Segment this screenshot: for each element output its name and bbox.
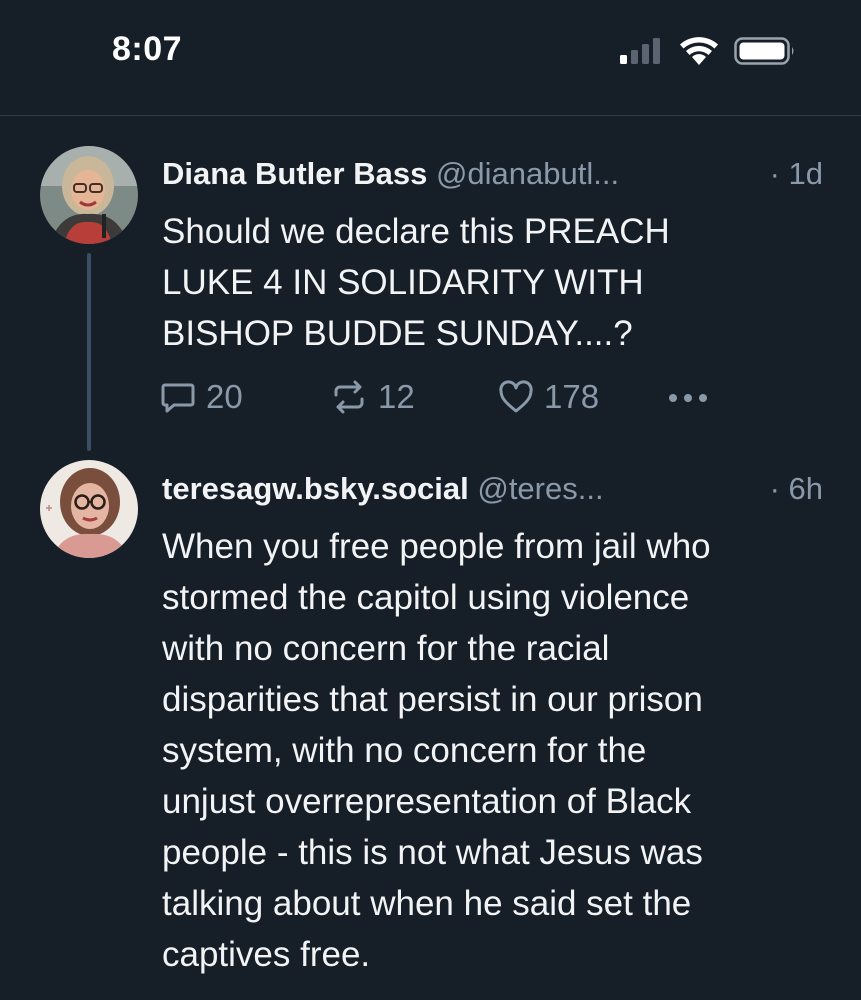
post-time[interactable]: · 6h [770,467,823,511]
avatar[interactable] [40,460,138,558]
display-name[interactable]: teresagw.bsky.social [162,471,469,506]
handle[interactable]: @teres... [477,471,603,506]
post-text: When you free people from jail who storm… [162,527,711,974]
post-teresagw[interactable]: teresagw.bsky.social @teres... · 6h When… [0,0,861,1000]
post-header: teresagw.bsky.social @teres... [162,467,604,511]
avatar-photo [40,460,138,558]
